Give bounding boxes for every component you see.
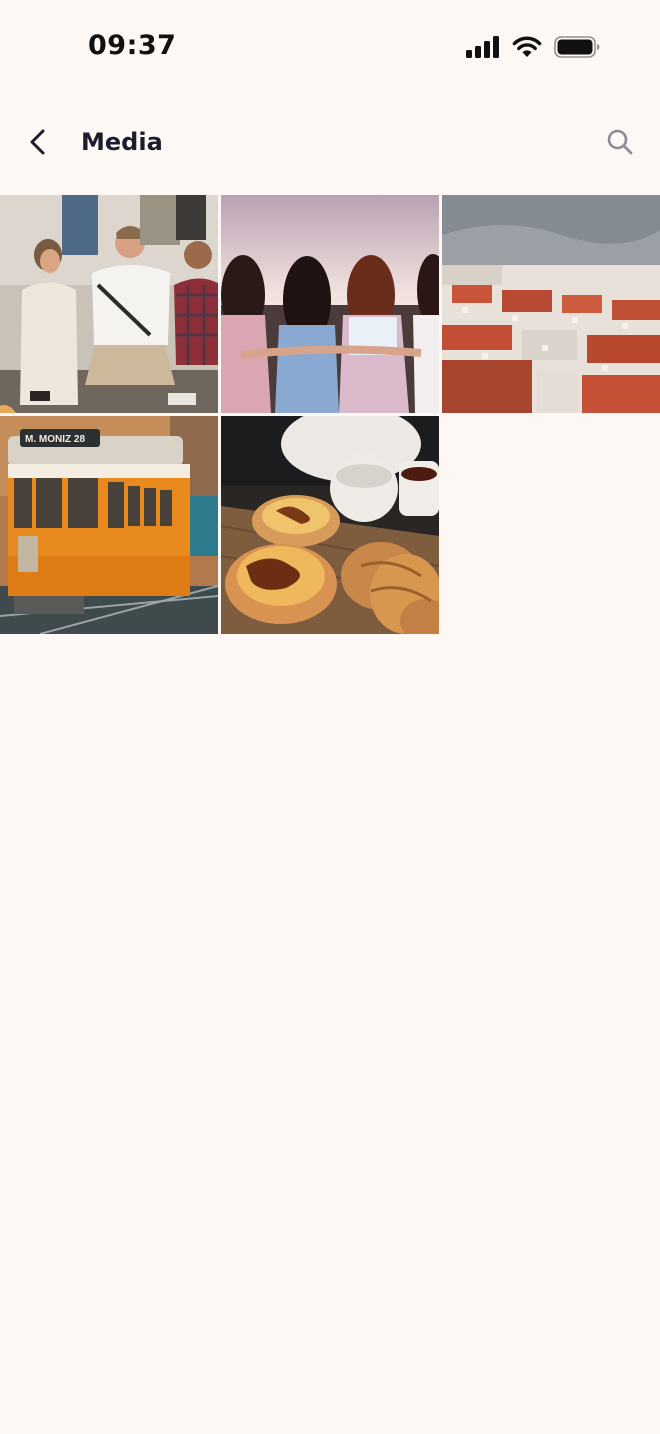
yellow-tram-image: M. MONIZ 28: [0, 416, 218, 634]
media-thumbnail-friends-group[interactable]: [0, 195, 218, 413]
page-title: Media: [81, 128, 163, 156]
status-bar: 09:37: [0, 0, 660, 96]
tram-sign-text: M. MONIZ 28: [25, 434, 85, 445]
search-button[interactable]: [602, 126, 638, 162]
status-time: 09:37: [88, 30, 177, 61]
media-thumbnail-yellow-tram[interactable]: M. MONIZ 28: [0, 416, 218, 634]
media-thumbnail-city-rooftops[interactable]: [442, 195, 660, 413]
status-icons: [466, 36, 600, 58]
chevron-left-icon: [27, 128, 49, 161]
app-header: Media: [0, 110, 660, 180]
back-button[interactable]: [18, 124, 58, 164]
search-icon: [606, 128, 634, 161]
wifi-icon: [512, 36, 542, 58]
city-rooftops-image: [442, 195, 660, 413]
friends-sunset-image: [221, 195, 439, 413]
media-thumbnail-friends-sunset[interactable]: [221, 195, 439, 413]
cellular-signal-icon: [466, 36, 500, 58]
media-grid: M. MONIZ 28: [0, 195, 660, 634]
custard-tarts-image: [221, 416, 439, 634]
media-thumbnail-custard-tarts[interactable]: [221, 416, 439, 634]
battery-icon: [554, 36, 600, 58]
friends-group-image: [0, 195, 218, 413]
media-screen: 09:37 Media M. MONIZ 28: [0, 0, 660, 1434]
